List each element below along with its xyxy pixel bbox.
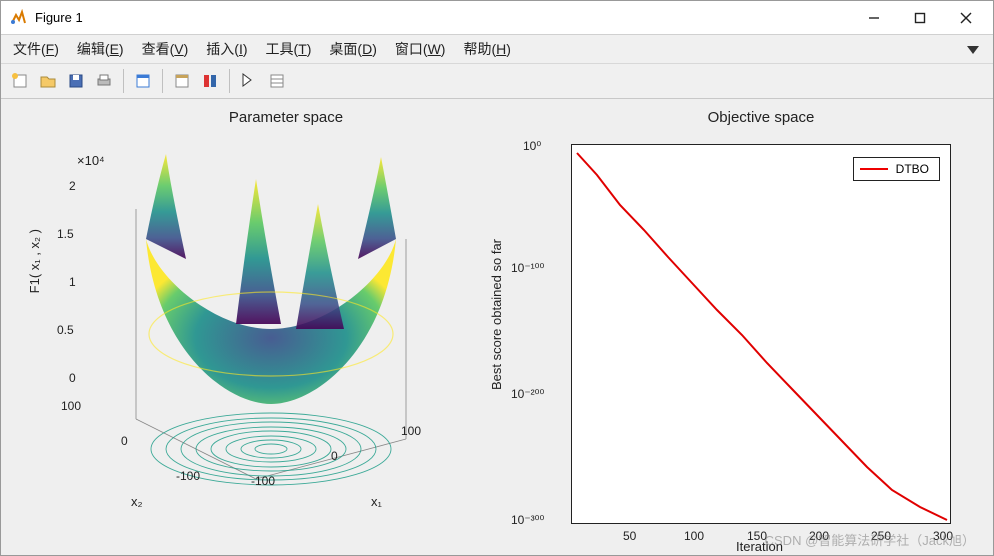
minimize-button[interactable] — [851, 3, 897, 33]
window-title: Figure 1 — [35, 10, 851, 25]
x2-tick: -100 — [176, 469, 200, 483]
toolbar-separator — [123, 69, 124, 93]
x1-tick: -100 — [251, 474, 275, 488]
right-plot-title: Objective space — [571, 109, 951, 126]
print-button[interactable] — [91, 68, 117, 94]
title-bar: Figure 1 — [1, 1, 993, 35]
x-tick: 250 — [871, 529, 891, 543]
x2-tick: 100 — [61, 399, 81, 413]
x-tick: 50 — [623, 529, 636, 543]
z-tick: 1.5 — [57, 227, 74, 241]
maximize-button[interactable] — [897, 3, 943, 33]
x2-axis-label: x₂ — [131, 494, 143, 509]
dock-figure-button[interactable] — [130, 68, 156, 94]
menu-view[interactable]: 查看(V) — [142, 39, 189, 59]
menu-desktop[interactable]: 桌面(D) — [329, 39, 376, 59]
menu-bar: 文件(F) 编辑(E) 查看(V) 插入(I) 工具(T) 桌面(D) 窗口(W… — [1, 35, 993, 63]
open-button[interactable] — [35, 68, 61, 94]
z-tick: 0.5 — [57, 323, 74, 337]
menu-tools[interactable]: 工具(T) — [266, 39, 312, 59]
x1-axis-label: x₁ — [371, 494, 382, 509]
edit-plot-button[interactable] — [236, 68, 262, 94]
x-tick: 100 — [684, 529, 704, 543]
y-tick: 10⁻²⁰⁰ — [511, 387, 544, 401]
menu-window[interactable]: 窗口(W) — [395, 39, 446, 59]
z-tick: 1 — [69, 275, 76, 289]
toolbar — [1, 63, 993, 99]
x2-tick: 0 — [121, 434, 128, 448]
z-axis-label: F1( x₁ , x₂ ) — [27, 229, 42, 293]
left-plot-title: Parameter space — [111, 109, 461, 126]
plot-area: Parameter space Objective space — [1, 99, 993, 555]
close-button[interactable] — [943, 3, 989, 33]
z-tick: 2 — [69, 179, 76, 193]
toolbar-separator — [162, 69, 163, 93]
legend-label: DTBO — [896, 162, 929, 176]
x1-tick: 100 — [401, 424, 421, 438]
menu-help[interactable]: 帮助(H) — [463, 39, 510, 59]
link-plot-button[interactable] — [169, 68, 195, 94]
legend-swatch-icon — [860, 168, 888, 170]
x-axis-label: Iteration — [736, 539, 783, 554]
surface-axes[interactable] — [96, 149, 446, 529]
x1-tick: 0 — [331, 449, 338, 463]
legend[interactable]: DTBO — [853, 157, 940, 181]
y-tick: 10⁻¹⁰⁰ — [511, 261, 544, 275]
z-axis-exponent: ×10⁴ — [77, 153, 105, 168]
convergence-axes[interactable]: DTBO — [571, 144, 951, 524]
z-tick: 0 — [69, 371, 76, 385]
matlab-icon — [9, 9, 27, 27]
property-inspector-button[interactable] — [264, 68, 290, 94]
new-figure-button[interactable] — [7, 68, 33, 94]
y-tick: 10⁰ — [523, 139, 541, 153]
save-button[interactable] — [63, 68, 89, 94]
x-tick: 200 — [809, 529, 829, 543]
y-axis-label: Best score obtained so far — [489, 239, 504, 390]
colorbar-button[interactable] — [197, 68, 223, 94]
y-tick: 10⁻³⁰⁰ — [511, 513, 544, 527]
menu-file[interactable]: 文件(F) — [13, 39, 59, 59]
menu-insert[interactable]: 插入(I) — [206, 39, 247, 59]
x-tick: 300 — [933, 529, 953, 543]
menu-edit[interactable]: 编辑(E) — [77, 39, 124, 59]
chevron-down-icon[interactable] — [967, 43, 979, 59]
toolbar-separator — [229, 69, 230, 93]
